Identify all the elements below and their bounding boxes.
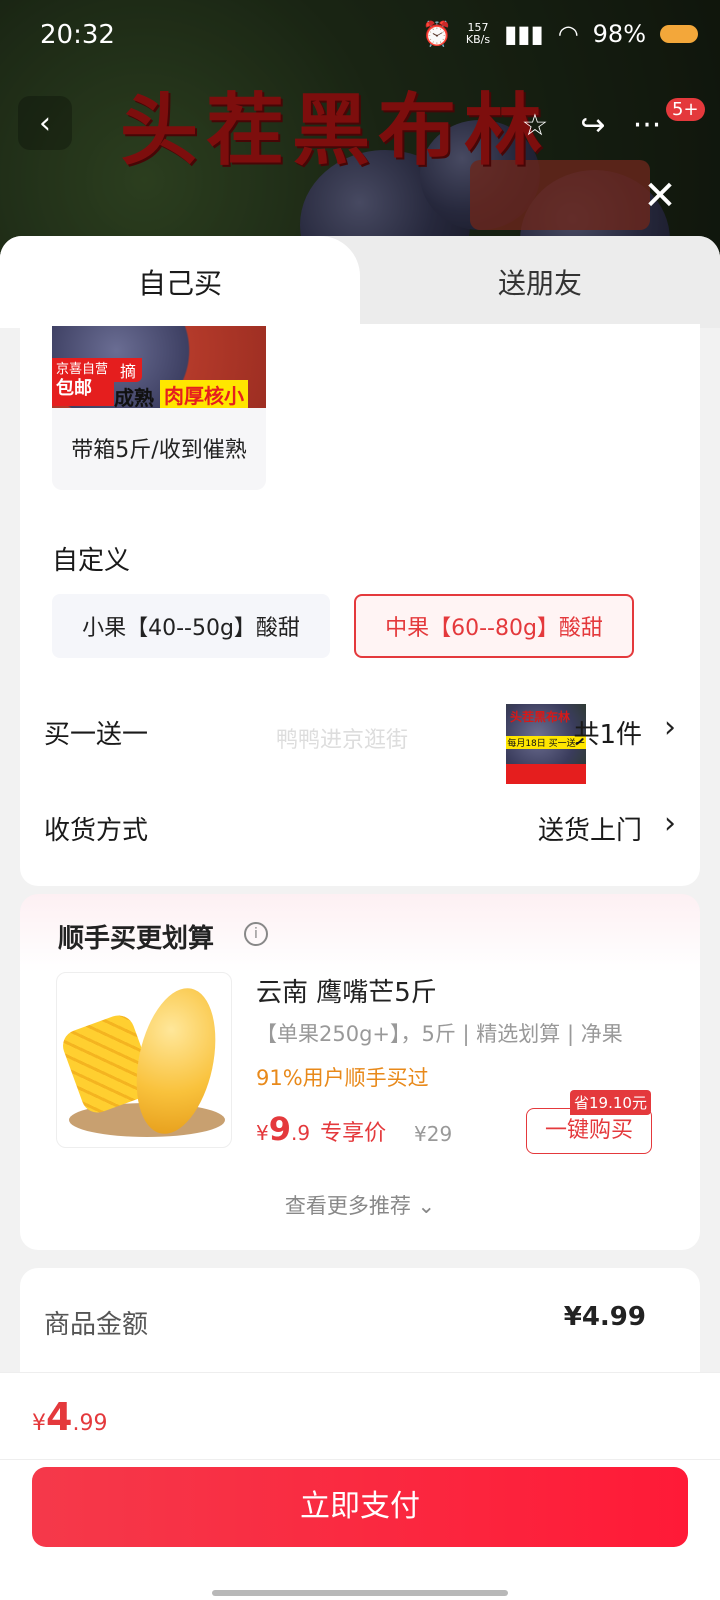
amount-card: 商品金额 ¥4.99: [20, 1268, 700, 1388]
close-icon: ✕: [643, 173, 677, 219]
bogo-count: 共1件: [573, 720, 642, 750]
wifi-icon: ◠: [557, 20, 579, 48]
tab-send-friend[interactable]: 送朋友: [360, 236, 720, 328]
option-small-fruit[interactable]: 小果【40--50g】酸甜: [52, 594, 330, 658]
recommend-orig-price: ¥29: [414, 1122, 453, 1146]
total-dec: .99: [72, 1411, 108, 1436]
amount-value: ¥4.99: [563, 1302, 646, 1332]
tag-free-text: 包邮: [56, 378, 92, 399]
tag-jd-text: 京喜自营: [56, 362, 109, 377]
notification-badge: 5+: [666, 98, 705, 121]
recommend-product-name[interactable]: 云南 鹰嘴芒5斤: [256, 972, 437, 1009]
shipping-row[interactable]: 收货方式 送货上门 ›: [44, 796, 676, 856]
recommend-card: 顺手买更划算 i 云南 鹰嘴芒5斤 【单果250g+】，5斤 | 精选划算 | …: [20, 894, 700, 1250]
bogo-label: 买一送一: [44, 720, 149, 750]
chevron-right-icon: ›: [664, 710, 676, 745]
shipping-label: 收货方式: [44, 816, 149, 846]
total-int: 4: [46, 1395, 73, 1439]
status-time: 20:32: [40, 20, 115, 50]
purchase-sheet: 自己买 送朋友 京喜自营 包邮 摘 成熟 肉厚核小 带箱5斤/收到催熟 自定义 …: [0, 236, 720, 1600]
recommend-product-image[interactable]: [56, 972, 232, 1148]
tag-ripe: 成熟: [114, 386, 154, 408]
see-more-link[interactable]: 查看更多推荐 ⌄: [20, 1190, 700, 1220]
status-bar: 20:32 ⏰ 157 KB/s ▮▮▮ ◠ 98%: [0, 18, 720, 58]
tab-buy-self[interactable]: 自己买: [0, 236, 360, 328]
custom-section-title: 自定义: [52, 546, 131, 576]
home-indicator[interactable]: [212, 1590, 508, 1596]
amount-label: 商品金额: [44, 1310, 149, 1340]
battery-percent: 98%: [592, 20, 646, 48]
bogo-thumb-title: 头茬黑布林: [510, 710, 571, 724]
tag-thick: 肉厚核小: [160, 380, 248, 408]
signal-icon: ▮▮▮: [504, 20, 544, 48]
spec-card: 京喜自营 包邮 摘 成熟 肉厚核小 带箱5斤/收到催熟 自定义 小果【40--5…: [20, 324, 700, 886]
price-int: 9: [268, 1110, 291, 1148]
total-price: ¥4.99: [32, 1395, 107, 1439]
info-icon[interactable]: i: [244, 922, 268, 946]
battery-icon: [660, 25, 698, 43]
price-symbol: ¥: [256, 1121, 269, 1145]
share-icon: ↪: [580, 107, 606, 143]
recommend-buyers: 91%用户顺手买过: [256, 1066, 429, 1090]
save-badge: 省19.10元: [570, 1090, 651, 1115]
option-medium-fruit[interactable]: 中果【60--80g】酸甜: [354, 594, 634, 658]
bogo-thumb-tag: [506, 764, 586, 784]
divider: [0, 1459, 720, 1460]
spec-thumbnail: 京喜自营 包邮 摘 成熟 肉厚核小: [52, 326, 266, 408]
back-button[interactable]: ‹: [18, 96, 72, 150]
tag-pick: 摘: [114, 358, 143, 382]
recommend-product-desc: 【单果250g+】，5斤 | 精选划算 | 净果: [256, 1022, 623, 1046]
price-label: 专享价: [320, 1121, 387, 1146]
status-icons: ⏰ 157 KB/s ▮▮▮ ◠ 98%: [422, 20, 698, 48]
watermark: 鸭鸭进京逛街: [276, 728, 409, 753]
share-button[interactable]: ↪: [566, 98, 620, 152]
checkout-bar: ¥4.99 立即支付: [0, 1372, 720, 1600]
jd-self-tag: 京喜自营 包邮: [52, 358, 114, 406]
spec-option-box[interactable]: 京喜自营 包邮 摘 成熟 肉厚核小 带箱5斤/收到催熟: [52, 326, 266, 490]
price-dec: .9: [291, 1121, 311, 1145]
chevron-right-icon: ›: [664, 806, 676, 841]
close-sheet-button[interactable]: ✕: [640, 176, 680, 216]
shipping-value: 送货上门: [537, 816, 642, 846]
favorite-button[interactable]: ☆: [508, 98, 562, 152]
total-symbol: ¥: [32, 1411, 46, 1436]
net-speed: 157 KB/s: [465, 21, 491, 46]
spec-label: 带箱5斤/收到催熟: [71, 438, 247, 463]
pay-now-button[interactable]: 立即支付: [32, 1467, 688, 1547]
purchase-tabs: 自己买 送朋友: [0, 236, 720, 328]
more-icon: ···: [632, 107, 662, 143]
alarm-icon: ⏰: [421, 20, 452, 48]
star-icon: ☆: [521, 107, 549, 143]
bogo-row[interactable]: 买一送一 鸭鸭进京逛街 头茬黑布林 每月18日 买一送一 共1件 ›: [44, 700, 676, 784]
chevron-left-icon: ‹: [39, 105, 51, 141]
recommend-price: ¥9.9 专享价: [256, 1110, 386, 1148]
recommend-title: 顺手买更划算: [58, 924, 215, 954]
